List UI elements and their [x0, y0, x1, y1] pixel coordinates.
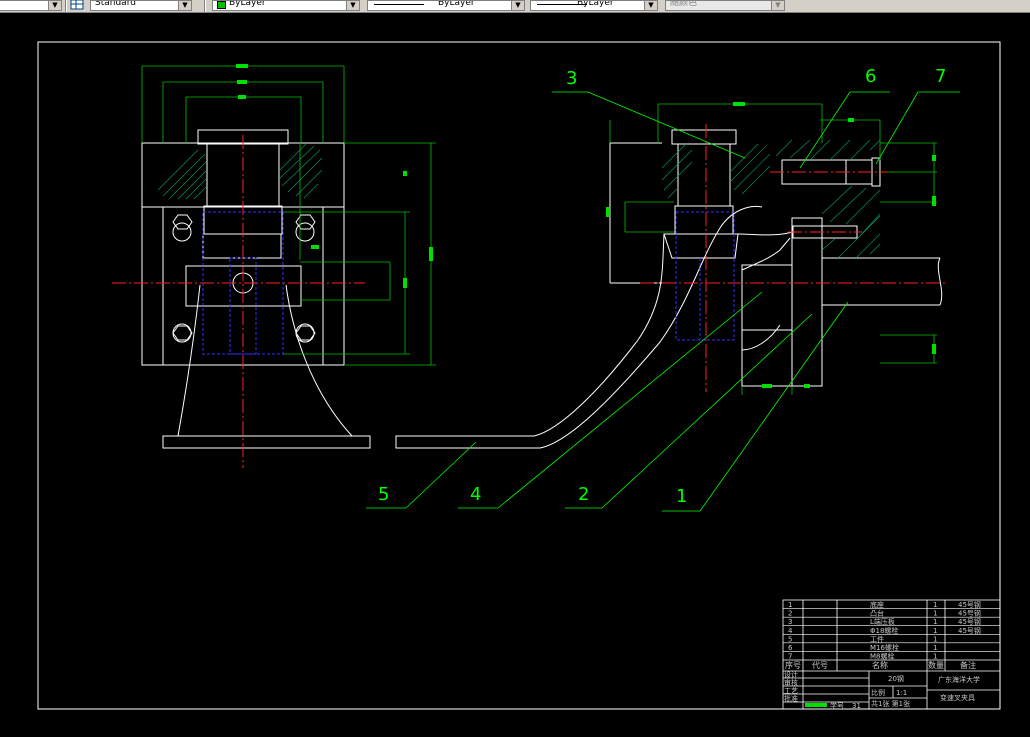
- header-seq: 序号: [785, 660, 801, 670]
- part-balloons: 3 6 7 5 4 2 1: [378, 66, 946, 507]
- plot-style-value: 随颜色: [670, 0, 698, 8]
- scale-value: 1:1: [896, 689, 907, 697]
- parts-cell-qty: 1: [933, 601, 937, 609]
- text-style-value: Standard: [95, 0, 136, 8]
- technologist-label: 工艺: [784, 687, 798, 695]
- text-style-partial-combo[interactable]: ▼: [0, 0, 62, 11]
- table-style-icon-glyph: [70, 0, 84, 10]
- header-note: 备注: [960, 660, 976, 670]
- table-style-icon[interactable]: [70, 0, 86, 11]
- student-no-label: 学号: [830, 701, 844, 710]
- parts-cell-no: 7: [788, 653, 792, 661]
- balloon-2: 2: [578, 484, 589, 505]
- parts-cell-no: 2: [788, 610, 792, 618]
- parts-cell-name: 工件: [870, 634, 884, 643]
- balloon-5: 5: [378, 484, 389, 505]
- lineweight-combo[interactable]: ByLayer ▼: [530, 0, 658, 11]
- right-view-hatch: [661, 139, 881, 259]
- balloon-7: 7: [935, 66, 946, 87]
- header-name: 名称: [872, 660, 888, 670]
- material-value: 20钢: [888, 674, 904, 683]
- linetype-value: ByLayer: [438, 0, 475, 8]
- parts-cell-qty: 1: [933, 653, 937, 661]
- header-code: 代号: [812, 660, 828, 670]
- balloon-3: 3: [566, 68, 577, 89]
- parts-cell-no: 3: [788, 618, 792, 626]
- parts-cell-name: L端压板: [870, 617, 895, 626]
- chevron-down-icon: ▼: [178, 1, 191, 10]
- parts-cell-name: Φ18螺栓: [870, 626, 898, 635]
- toolbar-separator: [204, 0, 206, 12]
- chevron-down-icon: ▼: [48, 1, 61, 10]
- header-qty: 数量: [928, 660, 944, 670]
- part-name: 变速叉夹具: [940, 693, 975, 702]
- balloon-4: 4: [470, 484, 481, 505]
- chevron-down-icon: ▼: [771, 1, 784, 10]
- parts-cell-material: 45号钢: [958, 609, 981, 618]
- right-view-hidden: [675, 211, 735, 341]
- parts-cell-no: 1: [788, 601, 792, 609]
- parts-cell-name: M16螺栓: [870, 643, 899, 652]
- designer-label: 设计: [784, 670, 798, 679]
- parts-cell-no: 4: [788, 627, 793, 635]
- student-no-value: 31: [852, 702, 861, 710]
- linetype-preview: [374, 4, 424, 5]
- parts-cell-name: 凸台: [870, 609, 884, 618]
- lineweight-value: ByLayer: [577, 0, 614, 8]
- parts-cell-name: 底座: [870, 600, 884, 609]
- checker-label: 审核: [784, 678, 798, 687]
- university-name: 广东海洋大学: [938, 675, 980, 684]
- parts-cell-material: 45号钢: [958, 617, 981, 626]
- left-view-dim-values: [236, 64, 433, 288]
- color-swatch: [217, 1, 226, 9]
- parts-cell-no: 6: [788, 644, 793, 652]
- left-view-centerlines: [112, 135, 365, 468]
- right-view-dim-values: [606, 102, 936, 388]
- parts-cell-qty: 1: [933, 635, 937, 643]
- text-style-combo[interactable]: Standard ▼: [90, 0, 192, 11]
- sheet-count: 共1张 第1张: [871, 699, 910, 708]
- plot-style-combo[interactable]: 随颜色 ▼: [665, 0, 785, 11]
- color-value: ByLayer: [229, 0, 266, 8]
- right-view: [395, 129, 943, 449]
- parts-cell-no: 5: [788, 635, 792, 643]
- title-block: 1 底座 1 45号钢 2 凸台 1 45号钢 3 L端压板 1 45号钢 4 Φ18螺栓 1 45号钢 5 工件…: [782, 599, 1001, 710]
- chevron-down-icon: ▼: [644, 1, 657, 10]
- balloon-1: 1: [676, 486, 687, 507]
- parts-cell-material: 45号钢: [958, 626, 981, 635]
- parts-cell-qty: 1: [933, 627, 937, 635]
- parts-cell-qty: 1: [933, 610, 937, 618]
- chevron-down-icon: ▼: [511, 1, 524, 10]
- parts-cell-name: M8螺栓: [870, 652, 895, 661]
- parts-cell-qty: 1: [933, 618, 937, 626]
- linetype-combo[interactable]: ByLayer ▼: [367, 0, 525, 11]
- parts-list: 1 底座 1 45号钢 2 凸台 1 45号钢 3 L端压板 1 45号钢 4 Φ18螺栓 1 45号钢 5 工件…: [783, 600, 1000, 661]
- approver-label: 批准: [784, 694, 798, 703]
- parts-cell-material: 45号钢: [958, 600, 981, 609]
- chevron-down-icon: ▼: [346, 1, 359, 10]
- student-name-highlight: [805, 703, 827, 707]
- scale-label: 比例: [871, 688, 885, 697]
- toolbar-separator: [65, 0, 67, 12]
- drawing-frame: [37, 41, 1001, 710]
- color-combo[interactable]: ByLayer ▼: [212, 0, 360, 11]
- right-view-dimensions: [609, 103, 937, 395]
- left-view-hatch: [157, 143, 323, 200]
- drawing-canvas[interactable]: 3 6 7 5 4 2 1 1底座145号钢2凸台145号钢3L端: [0, 12, 1030, 737]
- balloon-6: 6: [865, 66, 876, 87]
- parts-cell-qty: 1: [933, 644, 937, 652]
